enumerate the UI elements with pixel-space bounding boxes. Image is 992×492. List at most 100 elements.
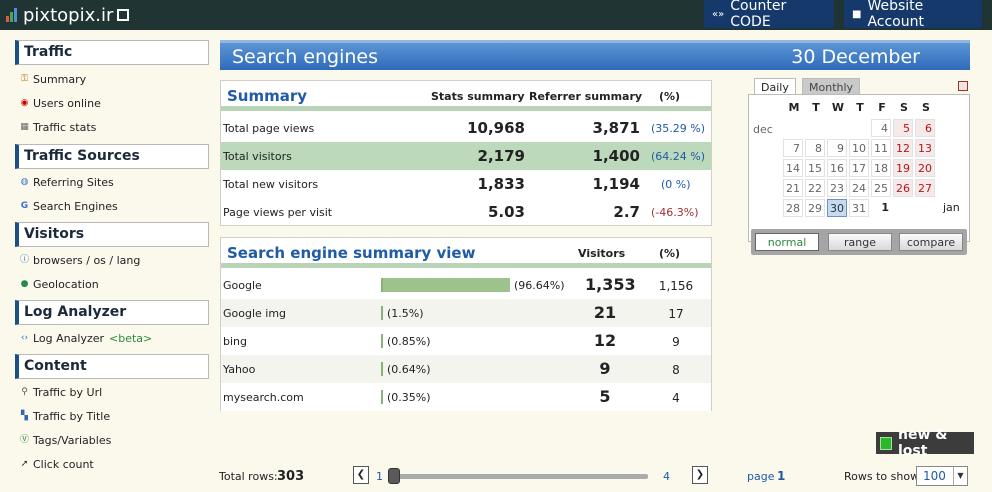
sidebar-item-label: Traffic by Url [33, 385, 103, 399]
total-rows-label: Total rows: [219, 470, 278, 483]
calendar-day[interactable]: 9 [827, 139, 847, 157]
sidebar-item-referring-sites[interactable]: ◍ Referring Sites [19, 171, 114, 193]
weekday-label: W [831, 101, 845, 114]
calendar-day[interactable]: 25 [871, 179, 891, 197]
prev-month-label[interactable]: dec [753, 123, 773, 136]
calendar-day[interactable]: 12 [893, 139, 913, 157]
summary-row: Page views per visit 5.03 2.7 (-46.3%) [221, 198, 711, 226]
sidebar-item-log-analyzer[interactable]: ‹› Log Analyzer <beta> [19, 327, 152, 349]
sidebar-item-label: Search Engines [33, 199, 118, 213]
sitemap-icon: ▚ [21, 410, 28, 421]
engine-row: Yahoo (0.64%) 9 8 [221, 355, 711, 383]
prev-page-button[interactable]: ❮ [353, 466, 369, 484]
calendar-day[interactable]: 31 [849, 199, 869, 217]
page-date: 30 December [791, 46, 920, 68]
share-bar [381, 334, 383, 348]
sidebar-item-click-count[interactable]: ➚ Click count [19, 453, 94, 475]
calendar-day[interactable]: 21 [783, 179, 803, 197]
sidebar-item-tags-variables[interactable]: Ⓥ Tags/Variables [19, 429, 111, 451]
sidebar-item-label: Users online [33, 96, 101, 110]
website-account-button[interactable]: ■ Website Account [844, 0, 982, 30]
counter-code-button[interactable]: «» Counter CODE [704, 0, 834, 30]
sidebar-item-traffic-by-title[interactable]: ▚ Traffic by Title [19, 405, 110, 427]
next-month-label[interactable]: jan [943, 201, 960, 214]
calendar-day[interactable]: 29 [805, 199, 825, 217]
total-rows-value: 303 [277, 469, 305, 484]
share-bar [381, 362, 383, 376]
sidebar-item-users-online[interactable]: ◉ Users online [19, 92, 101, 114]
weekday-label: F [878, 101, 886, 114]
sidebar-item-geolocation[interactable]: ● Geolocation [19, 273, 99, 295]
calendar-day[interactable]: 10 [849, 139, 869, 157]
calendar-day[interactable]: 11 [871, 139, 891, 157]
normal-button[interactable]: normal [755, 233, 819, 251]
page-header: Search engines 30 December [220, 40, 970, 70]
calendar-day[interactable]: 8 [805, 139, 825, 157]
folder-icon: ■ [852, 8, 862, 20]
calendar-day[interactable]: 19 [893, 159, 913, 177]
referrer-value: 3,871 [592, 119, 640, 137]
calendar-day[interactable]: 20 [915, 159, 935, 177]
sidebar-item-label: browsers / os / lang [33, 253, 141, 267]
stats-value: 2,179 [477, 147, 525, 165]
counter-code-label: Counter CODE [730, 0, 787, 30]
chart-logo-icon [6, 8, 17, 22]
calendar-day[interactable]: 23 [827, 179, 847, 197]
percent-value: (-46.3%) [651, 206, 699, 219]
sidebar-item-label: Geolocation [33, 277, 99, 291]
calendar-day[interactable]: 17 [849, 159, 869, 177]
calendar-day[interactable]: 27 [915, 179, 935, 197]
calendar-day[interactable]: 30 [827, 199, 847, 217]
new-lost-button[interactable]: new & lost [876, 427, 974, 459]
visitors-value: 12 [593, 331, 617, 350]
slider-handle[interactable] [388, 468, 400, 484]
top-bar: pixtopix.ir «» Counter CODE ■ Website Ac… [0, 0, 992, 30]
page-label: page [747, 470, 775, 483]
sidebar-item-summary[interactable]: ⚿ Summary [19, 68, 86, 90]
calendar-day[interactable]: 7 [783, 139, 803, 157]
calendar-day[interactable]: 26 [893, 179, 913, 197]
share-bar [381, 390, 383, 404]
referrer-value: 2.7 [613, 203, 640, 221]
calendar-day[interactable]: 18 [871, 159, 891, 177]
calendar-day[interactable]: 6 [915, 119, 935, 137]
range-button[interactable]: range [828, 233, 892, 251]
engine-name: Google img [223, 307, 287, 320]
page-slider[interactable] [392, 474, 648, 479]
calendar-day[interactable]: 22 [805, 179, 825, 197]
tab-daily[interactable]: Daily [754, 78, 796, 95]
sidebar-item-traffic-by-url[interactable]: ⚲ Traffic by Url [19, 381, 102, 403]
calendar-day[interactable]: 16 [827, 159, 847, 177]
beta-badge: <beta> [109, 331, 153, 345]
calendar-day[interactable]: 15 [805, 159, 825, 177]
percent-value: 1,156 [658, 279, 694, 293]
tab-monthly[interactable]: Monthly [802, 78, 861, 95]
calendar-day[interactable]: 14 [783, 159, 803, 177]
next-page-button[interactable]: ❯ [692, 466, 708, 484]
sidebar-item-traffic-stats[interactable]: ▦ Traffic stats [19, 116, 96, 138]
sidebar-section-traffic: Traffic [15, 40, 209, 65]
compare-button[interactable]: compare [899, 233, 963, 251]
sidebar-section-log-analyzer: Log Analyzer [15, 300, 209, 325]
green-square-icon [880, 436, 892, 450]
external-link-icon[interactable] [117, 9, 130, 21]
page-number: 1 [777, 469, 786, 483]
visitors-value: 5 [599, 387, 611, 406]
calendar-day[interactable]: 28 [783, 199, 803, 217]
logo[interactable]: pixtopix.ir [6, 4, 130, 26]
sidebar-item-search-engines[interactable]: G Search Engines [19, 195, 118, 217]
sidebar-section-content: Content [15, 354, 209, 379]
calendar-day[interactable]: 1 [871, 199, 891, 217]
calendar-day[interactable]: 5 [893, 119, 913, 137]
calendar-day[interactable]: 4 [871, 119, 891, 137]
rows-to-show-select[interactable]: 100 ▼ [916, 466, 968, 486]
calendar-day[interactable]: 24 [849, 179, 869, 197]
stats-value: 5.03 [487, 203, 525, 221]
weekday-label: M [788, 101, 800, 114]
row-label: Total visitors [223, 150, 292, 163]
logo-text: pixtopix.ir [23, 4, 114, 26]
sidebar-item-browsers[interactable]: ⓘ browsers / os / lang [19, 249, 140, 271]
calendar-icon[interactable] [958, 81, 968, 91]
rows-to-show-label: Rows to show [844, 470, 920, 483]
calendar-day[interactable]: 13 [915, 139, 935, 157]
